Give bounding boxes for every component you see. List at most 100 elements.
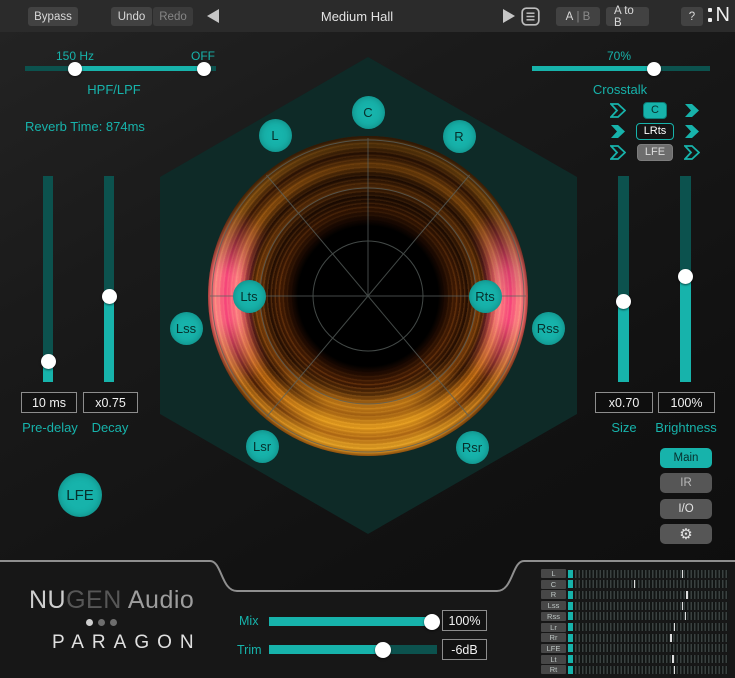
output-meters: L C R Lss Rss Lr Rr LFE (541, 569, 731, 677)
size-fader[interactable] (618, 176, 629, 382)
preset-list-icon[interactable] (521, 7, 540, 26)
meter-channel-label: C (541, 580, 566, 589)
tab-main[interactable]: Main (660, 448, 712, 468)
tab-ir[interactable]: IR (660, 473, 712, 493)
undo-button[interactable]: Undo (111, 7, 152, 26)
trim-slider[interactable] (269, 645, 437, 654)
crosstalk-value-label: 70% (589, 49, 649, 63)
gear-icon: ⚙ (679, 525, 692, 543)
reverb-time-readout: Reverb Time: 874ms (25, 119, 185, 134)
bottom-panel: NUGEN Audio PARAGON Mix 100% Trim -6dB L… (0, 558, 735, 678)
slider-handle[interactable] (375, 642, 391, 658)
crosstalk-slider[interactable] (532, 66, 710, 71)
size-value[interactable]: x0.70 (595, 392, 653, 413)
channel-node-lts[interactable]: Lts (233, 280, 266, 313)
channel-node-lss[interactable]: Lss (170, 312, 203, 345)
meter-channel-label: Lr (541, 623, 566, 632)
meter-level (568, 666, 573, 674)
brightness-label: Brightness (646, 420, 726, 435)
chevron-right-icon (610, 145, 626, 160)
decay-label: Decay (70, 420, 150, 435)
paragon-plugin-window: Bypass Undo Redo Medium Hall A | B A to … (0, 0, 735, 678)
redo-button[interactable]: Redo (153, 7, 193, 26)
chevron-right-icon (610, 124, 626, 139)
channel-node-c[interactable]: C (352, 96, 385, 129)
channel-node-lsr[interactable]: Lsr (246, 430, 279, 463)
meter-channel-label: R (541, 590, 566, 599)
pre-delay-value[interactable]: 10 ms (21, 392, 77, 413)
routing-row-c: C (610, 102, 700, 119)
mix-value[interactable]: 100% (442, 610, 487, 631)
settings-button[interactable]: ⚙ (660, 524, 712, 544)
routing-button-lrts[interactable]: LRts (636, 123, 675, 140)
channel-node-rss[interactable]: Rss (532, 312, 565, 345)
channel-node-rsr[interactable]: Rsr (456, 431, 489, 464)
fader-handle[interactable] (102, 289, 117, 304)
preset-name[interactable]: Medium Hall (297, 9, 417, 24)
channel-node-rts[interactable]: Rts (469, 280, 502, 313)
mix-slider[interactable] (269, 617, 437, 626)
meter-row-rss: Rss (541, 612, 731, 621)
main-panel: CLRLtsRtsLssRssLsrRsr LFE 150 Hz OFF HPF… (0, 32, 735, 558)
chevron-right-icon (684, 124, 700, 139)
meter-bar (568, 591, 728, 599)
a-to-b-button[interactable]: A to B (606, 7, 649, 26)
routing-matrix: C LRts LFE (610, 102, 700, 161)
channel-node-l[interactable]: L (259, 119, 292, 152)
meter-channel-label: LFE (541, 644, 566, 653)
meter-peak-marker (685, 612, 687, 620)
meter-row-c: C (541, 580, 731, 589)
previous-preset-icon[interactable] (207, 9, 219, 23)
meter-peak-marker (686, 591, 688, 599)
meter-level (568, 634, 573, 642)
routing-button-lfe[interactable]: LFE (637, 144, 673, 161)
slider-fill (269, 617, 431, 626)
meter-row-rt: Rt (541, 665, 731, 674)
help-button[interactable]: ? (681, 7, 703, 26)
trim-value[interactable]: -6dB (442, 639, 487, 660)
meter-channel-label: Rt (541, 665, 566, 674)
meter-level (568, 591, 573, 599)
fader-handle[interactable] (41, 354, 56, 369)
fader-fill (618, 302, 629, 382)
chevron-right-icon (684, 103, 700, 118)
fader-fill (104, 297, 114, 383)
routing-row-lrts: LRts (610, 123, 700, 140)
routing-button-c[interactable]: C (643, 102, 667, 119)
meter-bar (568, 570, 728, 578)
meter-row-lr: Lr (541, 623, 731, 632)
ab-compare-button[interactable]: A | B (556, 7, 600, 26)
channel-node-lfe[interactable]: LFE (58, 473, 102, 517)
meter-peak-marker (674, 666, 676, 674)
lpf-handle[interactable] (197, 62, 211, 76)
ab-a-label: A (566, 11, 574, 23)
meter-row-lt: Lt (541, 655, 731, 664)
meter-channel-label: Lss (541, 601, 566, 610)
next-preset-icon[interactable] (503, 9, 515, 23)
meter-level (568, 644, 573, 652)
brand-nu: NU (29, 586, 66, 614)
meter-row-rr: Rr (541, 633, 731, 642)
slider-handle[interactable] (647, 62, 661, 76)
fader-fill (680, 277, 691, 382)
decay-value[interactable]: x0.75 (83, 392, 138, 413)
meter-level (568, 602, 573, 610)
meter-level (568, 580, 573, 588)
slider-handle[interactable] (424, 614, 440, 630)
meter-channel-label: Rr (541, 633, 566, 642)
brand-gen: GEN (66, 586, 122, 614)
hpf-lpf-slider[interactable] (25, 66, 216, 71)
meter-bar (568, 644, 728, 652)
meter-level (568, 623, 573, 631)
hpf-handle[interactable] (68, 62, 82, 76)
ab-b-label: | B (577, 11, 591, 23)
tab-io[interactable]: I/O (660, 499, 712, 519)
bypass-button[interactable]: Bypass (28, 7, 78, 26)
meter-channel-label: L (541, 569, 566, 578)
channel-node-r[interactable]: R (443, 120, 476, 153)
meter-bar (568, 602, 728, 610)
brightness-fader[interactable] (680, 176, 691, 382)
brightness-value[interactable]: 100% (658, 392, 715, 413)
pre-delay-fader[interactable] (43, 176, 53, 382)
decay-fader[interactable] (104, 176, 114, 382)
